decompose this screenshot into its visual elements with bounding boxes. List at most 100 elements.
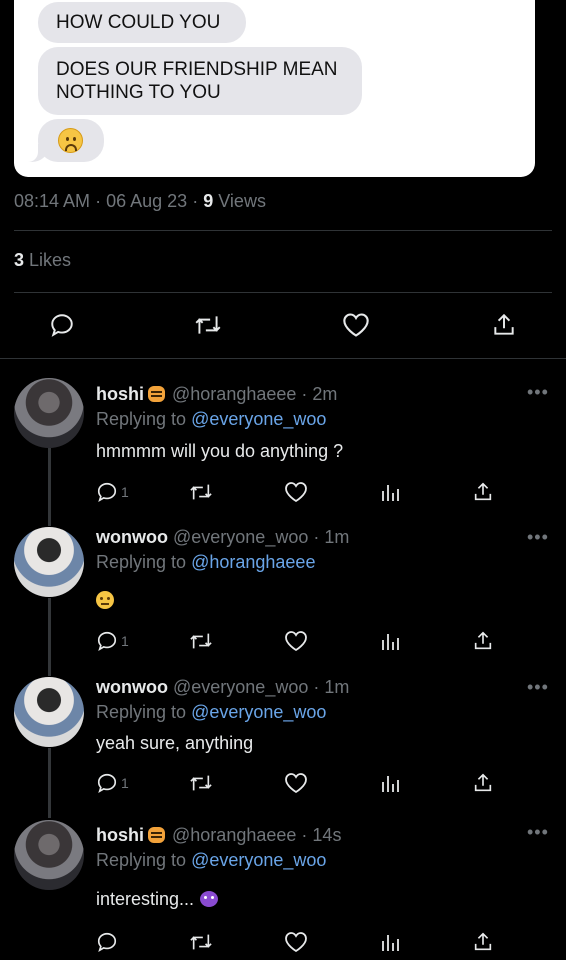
more-options-icon[interactable]: ••• (527, 822, 549, 843)
more-options-icon[interactable]: ••• (527, 382, 549, 403)
more-options-icon[interactable]: ••• (527, 527, 549, 548)
smiling-devil-icon (200, 891, 219, 907)
reply-button[interactable]: 1 (96, 768, 129, 798)
retweet-icon (190, 775, 212, 791)
retweet-icon (195, 316, 221, 334)
retweet-button[interactable] (188, 927, 214, 957)
replying-to: Replying to @everyone_woo (96, 409, 326, 430)
heart-icon (285, 773, 307, 794)
avatar[interactable] (14, 527, 84, 597)
analytics-button[interactable] (380, 768, 400, 798)
like-button[interactable] (284, 626, 308, 656)
reply-button[interactable]: 1 (96, 626, 129, 656)
reply-count: 1 (121, 775, 129, 791)
reply-header: wonwoo @everyone_woo · 1m (96, 677, 349, 698)
replying-label: Replying to (96, 702, 187, 722)
separator: · (313, 677, 320, 697)
divider (0, 358, 566, 359)
retweet-button[interactable] (188, 305, 228, 345)
analytics-button[interactable] (380, 477, 400, 507)
mention-link[interactable]: @everyone_woo (191, 702, 326, 722)
divider (14, 230, 552, 231)
heart-icon (285, 631, 307, 652)
reply-header: wonwoo @everyone_woo · 1m (96, 527, 349, 548)
mention-link[interactable]: @everyone_woo (191, 850, 326, 870)
handle[interactable]: @horanghaeee (172, 384, 296, 404)
frowning-face-icon (58, 128, 83, 153)
reply-time: 1m (324, 677, 350, 697)
share-button[interactable] (472, 927, 494, 957)
message-text: HOW COULD YOU (56, 12, 221, 33)
likes-count: 3 (14, 250, 25, 270)
display-name[interactable]: wonwoo (96, 677, 168, 697)
reply-icon (97, 773, 117, 794)
reply-text: hmmmm will you do anything ? (96, 441, 344, 461)
share-button[interactable] (484, 305, 524, 345)
reply-icon (97, 932, 117, 953)
avatar[interactable] (14, 677, 84, 747)
reply-button[interactable]: 1 (96, 477, 129, 507)
display-name[interactable]: hoshi (96, 825, 144, 845)
display-name[interactable]: hoshi (96, 384, 144, 404)
share-icon (474, 773, 492, 792)
analytics-icon (382, 935, 399, 951)
handle[interactable]: @everyone_woo (173, 527, 308, 547)
reply-time: 2m (312, 384, 338, 404)
retweet-button[interactable] (188, 768, 214, 798)
reply-icon (97, 631, 117, 652)
retweet-button[interactable] (188, 626, 214, 656)
avatar[interactable] (14, 378, 84, 448)
share-button[interactable] (472, 768, 494, 798)
replying-to: Replying to @everyone_woo (96, 702, 326, 723)
embedded-screenshot[interactable]: HOW COULD YOU DOES OUR FRIENDSHIP MEAN N… (14, 0, 535, 177)
share-button[interactable] (472, 477, 494, 507)
mention-link[interactable]: @everyone_woo (191, 409, 326, 429)
reply-button[interactable] (42, 305, 82, 345)
message-bubble: HOW COULD YOU (38, 2, 246, 43)
likes-label: Likes (29, 250, 72, 270)
replying-label: Replying to (96, 552, 187, 572)
analytics-icon (382, 634, 399, 650)
retweet-icon (190, 934, 212, 950)
reply-actions: 1 (0, 477, 566, 507)
separator: · (301, 825, 308, 845)
divider (14, 292, 552, 293)
neutral-face-icon (96, 591, 114, 609)
replying-to: Replying to @horanghaeee (96, 552, 315, 573)
handle[interactable]: @everyone_woo (173, 677, 308, 697)
more-options-icon[interactable]: ••• (527, 677, 549, 698)
like-button[interactable] (336, 305, 376, 345)
reply-button[interactable] (96, 927, 121, 957)
handle[interactable]: @horanghaeee (172, 825, 296, 845)
mention-link[interactable]: @horanghaeee (191, 552, 315, 572)
avatar[interactable] (14, 820, 84, 890)
reply-count: 1 (121, 484, 129, 500)
replying-to: Replying to @everyone_woo (96, 850, 326, 871)
reply-actions: 1 (0, 626, 566, 656)
retweet-icon (190, 484, 212, 500)
reply-text: interesting... (96, 889, 219, 910)
share-icon (494, 313, 514, 335)
message-bubble: DOES OUR FRIENDSHIP MEAN NOTHING TO YOU (38, 47, 362, 115)
reply-count: 1 (121, 633, 129, 649)
display-name[interactable]: wonwoo (96, 527, 168, 547)
like-button[interactable] (284, 477, 308, 507)
share-icon (474, 631, 492, 650)
like-button[interactable] (284, 768, 308, 798)
reply-icon (51, 314, 73, 337)
tweet-date: 06 Aug 23 (106, 191, 188, 211)
heart-icon (285, 932, 307, 953)
analytics-button[interactable] (380, 626, 400, 656)
analytics-button[interactable] (380, 927, 400, 957)
share-button[interactable] (472, 626, 494, 656)
heart-icon (343, 313, 369, 337)
like-button[interactable] (284, 927, 308, 957)
reply-actions (0, 927, 566, 957)
tiger-emoji-icon (148, 386, 165, 402)
tweet-meta: 08:14 AM · 06 Aug 23 · 9 Views (14, 191, 266, 212)
likes-link[interactable]: 3 Likes (14, 250, 71, 271)
retweet-button[interactable] (188, 477, 214, 507)
reply-time: 14s (312, 825, 342, 845)
replying-label: Replying to (96, 850, 187, 870)
analytics-icon (382, 485, 399, 501)
